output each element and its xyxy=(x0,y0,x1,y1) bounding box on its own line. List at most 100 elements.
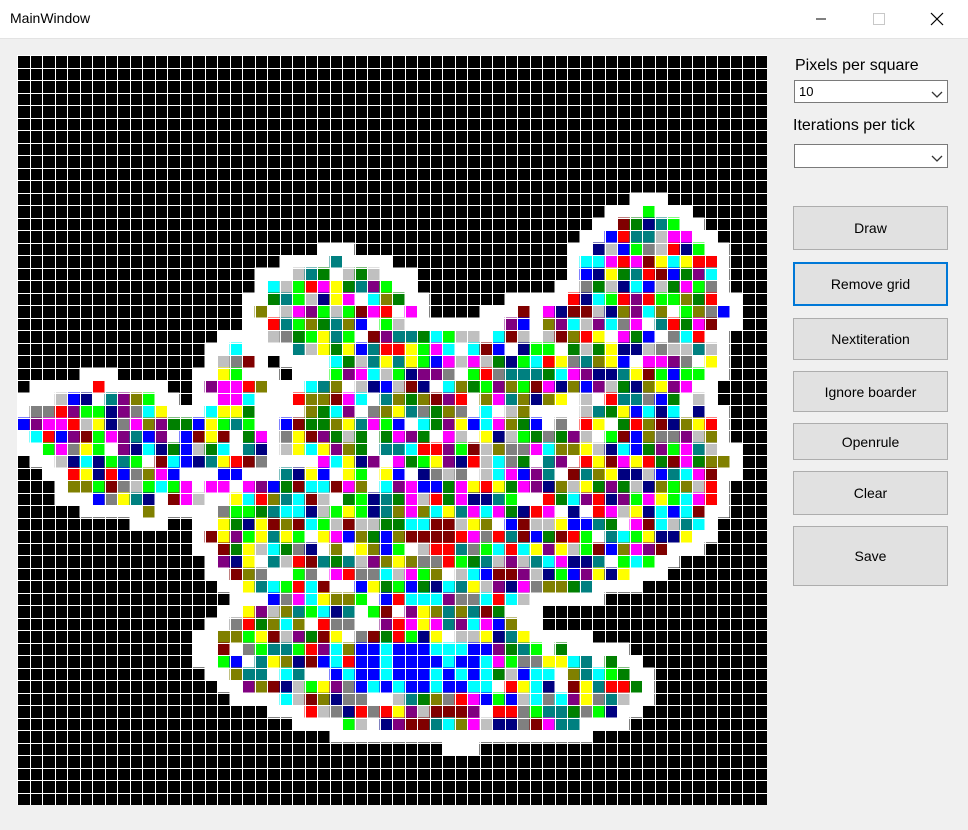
grid-cell[interactable] xyxy=(142,430,155,443)
grid-cell[interactable] xyxy=(592,642,605,656)
grid-cell[interactable] xyxy=(592,317,605,331)
grid-cell[interactable] xyxy=(642,380,655,393)
grid-cell[interactable] xyxy=(267,505,280,518)
grid-cell[interactable] xyxy=(317,405,330,418)
grid-cell[interactable] xyxy=(267,280,280,293)
grid-cell[interactable] xyxy=(242,505,255,518)
grid-cell[interactable] xyxy=(642,280,655,293)
grid-cell[interactable] xyxy=(679,205,693,218)
grid-cell[interactable] xyxy=(242,517,255,531)
grid-cell[interactable] xyxy=(467,367,480,381)
grid-cell[interactable] xyxy=(317,530,330,543)
grid-cell[interactable] xyxy=(592,542,605,556)
grid-cell[interactable] xyxy=(67,467,80,481)
grid-cell[interactable] xyxy=(379,467,393,481)
grid-cell[interactable] xyxy=(204,480,218,493)
grid-cell[interactable] xyxy=(379,280,393,293)
grid-cell[interactable] xyxy=(242,592,255,606)
grid-cell[interactable] xyxy=(517,442,530,456)
grid-cell[interactable] xyxy=(229,667,243,681)
grid-cell[interactable] xyxy=(692,267,705,281)
grid-cell[interactable] xyxy=(267,455,280,468)
grid-cell[interactable] xyxy=(429,367,443,381)
grid-cell[interactable] xyxy=(629,442,643,456)
grid-cell[interactable] xyxy=(654,267,668,281)
grid-cell[interactable] xyxy=(492,317,505,331)
grid-cell[interactable] xyxy=(529,430,543,443)
grid-cell[interactable] xyxy=(442,730,455,743)
grid-cell[interactable] xyxy=(517,367,530,381)
grid-cell[interactable] xyxy=(492,367,505,381)
grid-cell[interactable] xyxy=(92,442,105,456)
grid-cell[interactable] xyxy=(454,667,468,681)
grid-cell[interactable] xyxy=(679,330,693,343)
grid-cell[interactable] xyxy=(192,405,205,418)
grid-cell[interactable] xyxy=(442,355,455,368)
grid-cell[interactable] xyxy=(617,217,630,231)
grid-cell[interactable] xyxy=(292,617,305,631)
grid-cell[interactable] xyxy=(354,692,368,706)
grid-cell[interactable] xyxy=(467,617,480,631)
grid-cell[interactable] xyxy=(354,267,368,281)
grid-cell[interactable] xyxy=(304,542,318,556)
grid-cell[interactable] xyxy=(504,455,518,468)
grid-cell[interactable] xyxy=(79,467,93,481)
grid-cell[interactable] xyxy=(342,617,355,631)
grid-cell[interactable] xyxy=(617,655,630,668)
grid-cell[interactable] xyxy=(354,317,368,331)
grid-cell[interactable] xyxy=(242,580,255,593)
grid-cell[interactable] xyxy=(542,705,555,718)
grid-cell[interactable] xyxy=(404,717,418,731)
grid-cell[interactable] xyxy=(267,292,280,306)
grid-cell[interactable] xyxy=(267,642,280,656)
grid-cell[interactable] xyxy=(654,380,668,393)
grid-cell[interactable] xyxy=(504,680,518,693)
grid-cell[interactable] xyxy=(554,355,568,368)
grid-cell[interactable] xyxy=(229,692,243,706)
grid-cell[interactable] xyxy=(454,442,468,456)
grid-cell[interactable] xyxy=(479,567,493,581)
grid-cell[interactable] xyxy=(292,442,305,456)
grid-cell[interactable] xyxy=(604,230,618,243)
grid-cell[interactable] xyxy=(517,492,530,506)
grid-cell[interactable] xyxy=(654,367,668,381)
grid-cell[interactable] xyxy=(629,667,643,681)
grid-cell[interactable] xyxy=(617,380,630,393)
grid-cell[interactable] xyxy=(279,505,293,518)
grid-cell[interactable] xyxy=(579,355,593,368)
grid-cell[interactable] xyxy=(379,542,393,556)
grid-cell[interactable] xyxy=(217,555,230,568)
grid-cell[interactable] xyxy=(642,217,655,231)
grid-cell[interactable] xyxy=(404,517,418,531)
grid-cell[interactable] xyxy=(154,430,168,443)
grid-cell[interactable] xyxy=(692,355,705,368)
grid-cell[interactable] xyxy=(304,255,318,268)
grid-cell[interactable] xyxy=(604,242,618,256)
grid-cell[interactable] xyxy=(704,442,718,456)
grid-cell[interactable] xyxy=(292,292,305,306)
grid-cell[interactable] xyxy=(654,330,668,343)
grid-cell[interactable] xyxy=(717,255,730,268)
grid-cell[interactable] xyxy=(442,642,455,656)
grid-cell[interactable] xyxy=(217,642,230,656)
grid-cell[interactable] xyxy=(529,705,543,718)
grid-cell[interactable] xyxy=(454,617,468,631)
grid-cell[interactable] xyxy=(242,430,255,443)
grid-cell[interactable] xyxy=(192,392,205,406)
grid-cell[interactable] xyxy=(229,367,243,381)
grid-cell[interactable] xyxy=(367,680,380,693)
grid-cell[interactable] xyxy=(354,442,368,456)
grid-cell[interactable] xyxy=(467,430,480,443)
grid-cell[interactable] xyxy=(279,705,293,718)
grid-cell[interactable] xyxy=(504,692,518,706)
grid-cell[interactable] xyxy=(442,667,455,681)
grid-cell[interactable] xyxy=(442,505,455,518)
grid-cell[interactable] xyxy=(629,580,643,593)
grid-cell[interactable] xyxy=(604,380,618,393)
grid-cell[interactable] xyxy=(479,442,493,456)
grid-cell[interactable] xyxy=(417,317,430,331)
grid-cell[interactable] xyxy=(617,530,630,543)
grid-cell[interactable] xyxy=(392,567,405,581)
grid-cell[interactable] xyxy=(654,555,668,568)
grid-cell[interactable] xyxy=(717,467,730,481)
